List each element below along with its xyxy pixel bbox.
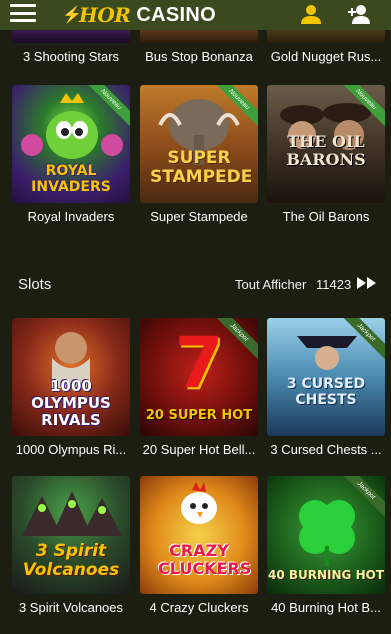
game-title[interactable]: 3 Shooting Stars — [6, 49, 136, 64]
game-thumbnail[interactable]: THE OIL BARONS Nouveau — [267, 85, 385, 203]
slots-section-header: Slots Tout Afficher 11423 — [0, 262, 391, 306]
user-icon[interactable] — [299, 4, 323, 24]
jackpot-badge: Jackpot — [339, 318, 385, 364]
game-title[interactable]: 20 Super Hot Bell... — [134, 442, 264, 457]
game-title[interactable]: 1000 Olympus Ri... — [6, 442, 136, 457]
game-title[interactable]: 4 Crazy Cluckers — [134, 600, 264, 615]
jackpot-badge: Jackpot — [339, 476, 385, 522]
game-art-title: 3 Spirit Volcanoes — [22, 541, 120, 580]
game-title[interactable]: The Oil Barons — [261, 209, 391, 224]
new-badge: Nouveau — [339, 85, 385, 131]
game-art-title: CRAZY CLUCKERS — [158, 541, 252, 578]
jackpot-badge: Jackpot — [212, 318, 258, 364]
section-title: Slots — [18, 276, 52, 293]
logo-suffix: CASINO — [136, 3, 216, 26]
game-thumbnail[interactable]: ROYAL INVADERS Nouveau — [12, 85, 130, 203]
logo-brand: HOR — [78, 3, 131, 27]
new-badge: Nouveau — [84, 85, 130, 131]
game-thumbnail[interactable]: 7 20 SUPER HOT Jackpot — [140, 318, 258, 436]
game-art-title: 3 CURSED CHESTS — [286, 376, 366, 408]
game-art-title: 40 BURNING HOT — [267, 568, 384, 582]
game-title[interactable]: 3 Cursed Chests ... — [261, 442, 391, 457]
game-thumbnail[interactable]: 3 CURSED CHESTS Jackpot — [267, 318, 385, 436]
game-title[interactable]: Royal Invaders — [6, 209, 136, 224]
game-thumbnail[interactable]: 1000 OLYMPUS RIVALS — [12, 318, 130, 436]
game-thumbnail[interactable]: CRAZY CLUCKERS — [140, 476, 258, 594]
game-title[interactable]: 40 Burning Hot B... — [261, 600, 391, 615]
new-badge: Nouveau — [212, 85, 258, 131]
game-title[interactable]: Super Stampede — [134, 209, 264, 224]
casino-logo[interactable]: ⚡ HOR CASINO — [62, 2, 216, 28]
game-art-title: 20 SUPER HOT — [145, 408, 253, 423]
game-thumbnail[interactable] — [12, 30, 130, 43]
game-thumbnail[interactable] — [140, 30, 258, 43]
game-thumbnail[interactable]: 3 Spirit Volcanoes — [12, 476, 130, 594]
top-header: ⚡ HOR CASINO — [0, 0, 391, 30]
game-title[interactable]: Bus Stop Bonanza — [134, 49, 264, 64]
game-art-title: ROYAL INVADERS — [31, 163, 111, 195]
game-thumbnail[interactable] — [267, 30, 385, 43]
game-title[interactable]: Gold Nugget Rus... — [261, 49, 391, 64]
add-user-icon[interactable] — [347, 4, 371, 24]
double-chevron-right-icon[interactable] — [356, 276, 378, 290]
game-thumbnail[interactable]: 40 BURNING HOT Jackpot — [267, 476, 385, 594]
game-art-title: SUPER STAMPEDE — [150, 148, 253, 187]
menu-icon[interactable] — [10, 4, 36, 22]
game-title[interactable]: 3 Spirit Volcanoes — [6, 600, 136, 615]
show-all-link[interactable]: Tout Afficher — [235, 277, 306, 292]
game-thumbnail[interactable]: SUPER STAMPEDE Nouveau — [140, 85, 258, 203]
game-art-title: 1000 OLYMPUS RIVALS — [31, 377, 111, 429]
game-art-title: THE OIL BARONS — [286, 132, 366, 169]
game-count: 11423 — [316, 277, 352, 292]
